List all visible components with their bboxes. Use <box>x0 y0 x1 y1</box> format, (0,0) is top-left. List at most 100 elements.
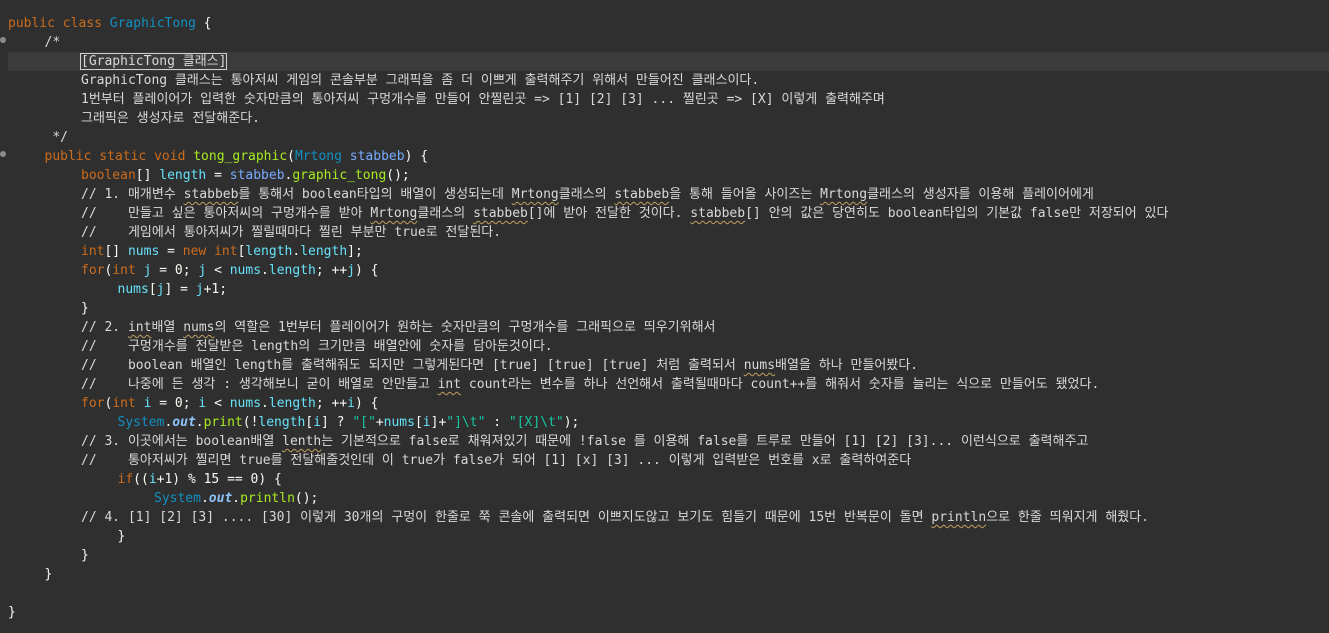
code-line[interactable]: System.out.println(); <box>8 489 1329 508</box>
code-token: 그래픽은 생성자로 전달해준다. <box>81 111 260 126</box>
code-token: 의 역할은 1번부터 플레이어가 원하는 숫자만큼의 구멍개수를 그래픽으로 띄… <box>214 320 716 335</box>
code-line[interactable]: nums[j] = j+1; <box>8 280 1329 299</box>
code-token: ) { <box>354 396 379 411</box>
code-token: j <box>347 263 355 278</box>
code-token: print <box>203 415 243 430</box>
code-token: println <box>240 491 295 506</box>
code-token: } <box>81 548 89 563</box>
code-token: ); <box>563 415 580 430</box>
code-line[interactable]: // 2. int배열 nums의 역할은 1번부터 플레이어가 원하는 숫자만… <box>8 318 1329 337</box>
code-token: ; ++ <box>315 263 348 278</box>
code-token: if <box>117 472 134 487</box>
code-line[interactable]: // 만들고 싶은 통아저씨의 구멍개수를 받아 Mrtong클래스의 stab… <box>8 204 1329 223</box>
code-token: length <box>268 396 316 411</box>
code-token: : <box>485 415 509 430</box>
code-token: stabbeb <box>229 168 285 183</box>
code-token: = <box>206 168 230 183</box>
code-line[interactable]: GraphicTong 클래스는 통아저씨 게임의 콘솔부분 그래픽을 좀 더 … <box>8 71 1329 90</box>
code-line[interactable]: } <box>8 565 1329 584</box>
code-token: void <box>154 149 194 164</box>
code-line[interactable]: for(int j = 0; j < nums.length; ++j) { <box>8 261 1329 280</box>
code-line[interactable]: // 4. [1] [2] [3] .... [30] 이렇게 30개의 구멍이… <box>8 508 1329 527</box>
code-line[interactable] <box>8 584 1329 603</box>
code-token: nums <box>743 358 776 373</box>
code-token: class <box>62 16 110 31</box>
code-token: ]; <box>347 244 363 259</box>
code-token: < <box>206 263 230 278</box>
fold-marker-icon[interactable] <box>0 151 6 157</box>
code-token: ; ++ <box>315 396 348 411</box>
code-token: . <box>232 491 241 506</box>
code-token: } <box>117 529 126 544</box>
code-token: System <box>117 415 165 430</box>
code-token: // 1. 매개변수 <box>81 187 184 202</box>
code-line[interactable]: for(int i = 0; i < nums.length; ++i) { <box>8 394 1329 413</box>
code-token: for <box>81 263 105 278</box>
code-line[interactable]: 그래픽은 생성자로 전달해준다. <box>8 109 1329 128</box>
code-line[interactable]: // 게임에서 통아저씨가 찔릴때마다 찔린 부분만 true로 전달된다. <box>8 223 1329 242</box>
code-line[interactable]: } <box>8 603 1329 622</box>
code-token: int <box>81 244 105 259</box>
code-token: j <box>195 282 204 297</box>
code-line[interactable]: System.out.print(!length[i] ? "["+nums[i… <box>8 413 1329 432</box>
code-token: boolean <box>81 168 136 183</box>
code-line[interactable]: [GraphicTong 클래스] <box>8 52 1329 71</box>
fold-marker-icon[interactable] <box>0 37 6 43</box>
code-token: // 게임에서 통아저씨가 찔릴때마다 찔린 부분만 true로 전달된다. <box>81 225 502 240</box>
code-token: public <box>8 16 63 31</box>
code-line[interactable]: 1번부터 플레이어가 입력한 숫자만큼의 통아저씨 구멍개수를 만들어 안찔린곳… <box>8 90 1329 109</box>
code-token: length <box>159 168 207 183</box>
code-editor[interactable]: public class GraphicTong {/* [GraphicTong… <box>0 0 1329 633</box>
code-token: Mrtong <box>820 187 868 202</box>
code-token: System <box>154 491 201 506</box>
code-line[interactable]: } <box>8 546 1329 565</box>
code-token: */ <box>44 130 68 145</box>
code-line[interactable]: int[] nums = new int[length.length]; <box>8 242 1329 261</box>
code-token: // 통아저씨가 찔리면 true를 전달해줄것인데 이 true가 false… <box>81 453 912 468</box>
code-line[interactable]: // boolean 배열인 length를 출력해줘도 되지만 그렇게된다면 … <box>8 356 1329 375</box>
code-line[interactable]: public class GraphicTong { <box>8 14 1329 33</box>
code-token: // boolean 배열인 length를 출력해줘도 되지만 그렇게된다면 … <box>81 358 744 373</box>
code-line[interactable]: public static void tong_graphic(Mrtong s… <box>8 147 1329 166</box>
code-token: [] <box>104 244 128 259</box>
code-token: stabbeb <box>349 149 405 164</box>
code-token: = <box>159 244 183 259</box>
code-token: ) { <box>354 263 379 278</box>
code-token: = 0; <box>151 396 199 411</box>
code-line[interactable]: */ <box>8 128 1329 147</box>
code-token: // 만들고 싶은 통아저씨의 구멍개수를 받아 <box>81 206 371 221</box>
code-token: graphic_tong <box>292 168 387 183</box>
code-token: // 2. <box>81 320 128 335</box>
code-token: 1번부터 플레이어가 입력한 숫자만큼의 통아저씨 구멍개수를 만들어 안찔린곳… <box>81 92 885 107</box>
code-line[interactable]: } <box>8 527 1329 546</box>
code-token: 클래스의 <box>558 187 615 202</box>
code-token: (); <box>294 491 319 506</box>
code-token: i <box>422 415 431 430</box>
code-token: { <box>195 16 212 31</box>
code-token: int <box>127 320 152 335</box>
code-token: } <box>44 567 53 582</box>
code-token: (( <box>133 472 149 487</box>
code-token: < <box>206 396 230 411</box>
code-token: 클래스의 <box>417 206 474 221</box>
code-token: stabbeb <box>614 187 670 202</box>
code-line[interactable]: // 3. 이곳에서는 boolean배열 lenth는 기본적으로 false… <box>8 432 1329 451</box>
code-line[interactable]: // 나중에 든 생각 : 생각해보니 굳이 배열로 안만들고 int coun… <box>8 375 1329 394</box>
code-area[interactable]: public class GraphicTong {/* [GraphicTong… <box>8 14 1329 622</box>
code-token: i <box>148 472 157 487</box>
code-line[interactable]: // 통아저씨가 찔리면 true를 전달해줄것인데 이 true가 false… <box>8 451 1329 470</box>
code-token: nums <box>229 396 262 411</box>
code-token: nums <box>383 415 415 430</box>
code-line[interactable]: /* <box>8 33 1329 52</box>
code-token: 는 기본적으로 false로 채워져있기 때문에 !false 를 이용해 fa… <box>321 434 1089 449</box>
code-token: // 3. 이곳에서는 boolean배열 <box>81 434 283 449</box>
code-line[interactable]: boolean[] length = stabbeb.graphic_tong(… <box>8 166 1329 185</box>
code-token: "[X]\t" <box>508 415 564 430</box>
code-line[interactable]: // 1. 매개변수 stabbeb를 통해서 boolean타입의 배열이 생… <box>8 185 1329 204</box>
code-token: tong_graphic <box>193 149 288 164</box>
code-token: int <box>112 263 144 278</box>
code-line[interactable]: // 구멍개수를 전달받은 length의 크기만큼 배열안에 숫자를 담아둔것… <box>8 337 1329 356</box>
code-token: length <box>300 244 348 259</box>
code-line[interactable]: } <box>8 299 1329 318</box>
code-line[interactable]: if((i+1) % 15 == 0) { <box>8 470 1329 489</box>
